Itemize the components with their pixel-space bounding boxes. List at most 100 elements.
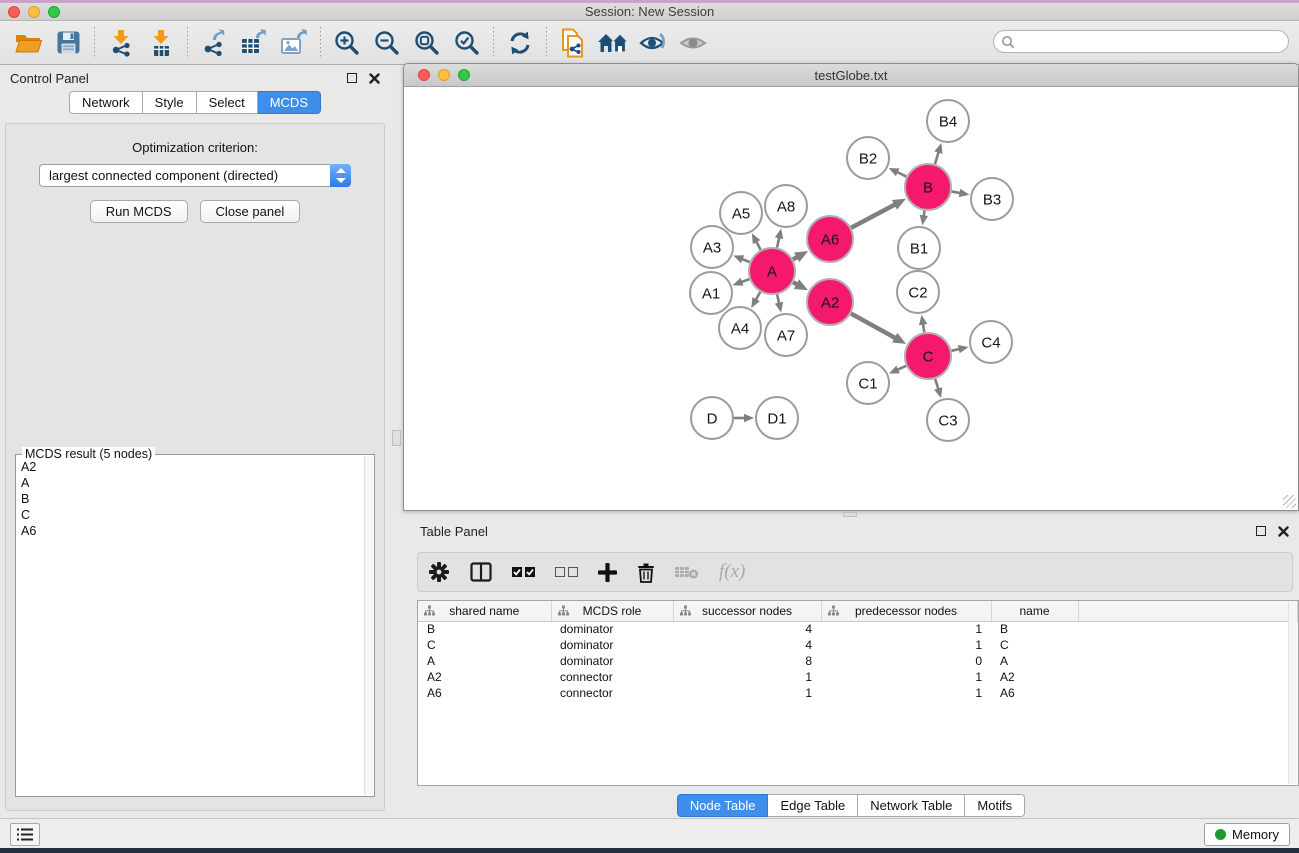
tab-node-table[interactable]: Node Table <box>677 794 769 817</box>
table-cell[interactable]: 1 <box>821 669 991 685</box>
table-settings-gear-icon[interactable] <box>428 557 450 587</box>
table-cell[interactable]: B <box>991 621 1078 637</box>
column-header-predecessor-nodes[interactable]: predecessor nodes <box>821 601 991 621</box>
minimize-window-light[interactable] <box>28 6 40 18</box>
network-graph[interactable]: AA1A2A3A4A5A6A7A8BB1B2B3B4CC1C2C3C4DD1 <box>405 88 1298 510</box>
table-cell[interactable]: connector <box>551 669 673 685</box>
table-cell[interactable]: 1 <box>821 621 991 637</box>
show-columns-icon[interactable] <box>470 557 492 587</box>
float-table-panel-icon[interactable] <box>1256 526 1266 536</box>
table-cell[interactable]: dominator <box>551 621 673 637</box>
tab-mcds[interactable]: MCDS <box>258 91 321 114</box>
table-cell[interactable]: 1 <box>821 637 991 653</box>
delete-column-trash-icon[interactable] <box>637 557 655 587</box>
mcds-result-item[interactable]: B <box>21 491 364 507</box>
export-table-icon[interactable] <box>234 24 274 62</box>
net-minimize-light[interactable] <box>438 69 450 81</box>
close-panel-icon[interactable] <box>369 73 380 84</box>
graph-edge-A6-B[interactable] <box>851 204 896 228</box>
export-network-icon[interactable] <box>194 24 234 62</box>
tab-select[interactable]: Select <box>197 91 258 114</box>
export-image-icon[interactable] <box>274 24 314 62</box>
close-table-panel-icon[interactable] <box>1278 526 1289 537</box>
window-resize-grip[interactable] <box>1283 495 1296 508</box>
mcds-result-item[interactable]: C <box>21 507 364 523</box>
net-zoom-light[interactable] <box>458 69 470 81</box>
hide-graphics-eye-icon[interactable] <box>673 24 713 62</box>
table-cell[interactable]: 1 <box>821 685 991 701</box>
mcds-scrollbar[interactable] <box>364 456 373 795</box>
refresh-icon[interactable] <box>500 24 540 62</box>
deselect-all-rows-icon[interactable] <box>555 557 578 587</box>
zoom-window-light[interactable] <box>48 6 60 18</box>
table-cell[interactable]: 1 <box>673 685 821 701</box>
mcds-result-item[interactable]: A <box>21 475 364 491</box>
tab-network[interactable]: Network <box>69 91 143 114</box>
table-cell[interactable]: A6 <box>418 685 551 701</box>
import-network-icon[interactable] <box>101 24 141 62</box>
table-cell[interactable]: dominator <box>551 637 673 653</box>
table-cell[interactable]: B <box>418 621 551 637</box>
show-style-eye-icon[interactable] <box>633 24 673 62</box>
tab-edge-table[interactable]: Edge Table <box>768 794 858 817</box>
open-session-icon[interactable] <box>8 24 48 62</box>
table-cell[interactable]: C <box>418 637 551 653</box>
search-box[interactable] <box>993 30 1289 53</box>
import-table-icon[interactable] <box>141 24 181 62</box>
column-header-name[interactable]: name <box>991 601 1078 621</box>
table-row[interactable]: Cdominator41C <box>418 637 1298 653</box>
table-scrollbar[interactable] <box>1288 602 1297 784</box>
table-cell[interactable]: A2 <box>418 669 551 685</box>
mcds-result-item[interactable]: A6 <box>21 523 364 539</box>
table-row[interactable]: A2connector11A2 <box>418 669 1298 685</box>
net-close-light[interactable] <box>418 69 430 81</box>
zoom-fit-icon[interactable] <box>407 24 447 62</box>
run-mcds-button[interactable]: Run MCDS <box>90 200 188 223</box>
node-table[interactable]: shared nameMCDS rolesuccessor nodesprede… <box>417 600 1299 786</box>
table-cell[interactable]: connector <box>551 685 673 701</box>
close-window-light[interactable] <box>8 6 20 18</box>
column-header-shared-name[interactable]: shared name <box>418 601 551 621</box>
table-cell[interactable]: A6 <box>991 685 1078 701</box>
column-header-MCDS-role[interactable]: MCDS role <box>551 601 673 621</box>
table-row[interactable]: Adominator80A <box>418 653 1298 669</box>
table-cell[interactable]: dominator <box>551 653 673 669</box>
network-window-titlebar[interactable]: testGlobe.txt <box>404 64 1298 87</box>
table-cell[interactable]: 0 <box>821 653 991 669</box>
table-cell[interactable]: 1 <box>673 669 821 685</box>
zoom-out-icon[interactable] <box>367 24 407 62</box>
float-panel-icon[interactable] <box>347 73 357 83</box>
table-cell[interactable]: 4 <box>673 621 821 637</box>
home-networks-icon[interactable] <box>593 24 633 62</box>
splitpane-grip-horizontal[interactable] <box>843 512 857 517</box>
graph-edge-A2-C[interactable] <box>851 314 896 339</box>
zoom-in-icon[interactable] <box>327 24 367 62</box>
zoom-selected-icon[interactable] <box>447 24 487 62</box>
task-history-button[interactable] <box>10 823 40 846</box>
add-column-icon[interactable] <box>598 557 617 587</box>
table-row[interactable]: Bdominator41B <box>418 621 1298 637</box>
table-row[interactable]: A6connector11A6 <box>418 685 1298 701</box>
table-cell[interactable]: 8 <box>673 653 821 669</box>
table-cell[interactable]: A2 <box>991 669 1078 685</box>
close-panel-button[interactable]: Close panel <box>200 200 301 223</box>
column-header-successor-nodes[interactable]: successor nodes <box>673 601 821 621</box>
criterion-dropdown[interactable]: largest connected component (directed) <box>39 164 351 187</box>
table-cell[interactable]: C <box>991 637 1078 653</box>
graph-edge-B-B4[interactable] <box>935 151 939 164</box>
memory-button[interactable]: Memory <box>1204 823 1290 846</box>
select-all-rows-icon[interactable] <box>512 557 535 587</box>
mcds-result-item[interactable]: A2 <box>21 459 364 475</box>
clone-network-icon[interactable] <box>553 24 593 62</box>
table-cell[interactable]: 4 <box>673 637 821 653</box>
save-session-icon[interactable] <box>48 24 88 62</box>
network-canvas[interactable]: AA1A2A3A4A5A6A7A8BB1B2B3B4CC1C2C3C4DD1 <box>405 88 1298 510</box>
mcds-result-list[interactable]: A2ABCA6 <box>17 459 364 795</box>
search-input[interactable] <box>1015 31 1288 52</box>
tab-motifs[interactable]: Motifs <box>965 794 1025 817</box>
table-cell[interactable]: A <box>418 653 551 669</box>
splitpane-grip-vertical[interactable] <box>392 430 401 446</box>
tab-style[interactable]: Style <box>143 91 197 114</box>
table-cell[interactable]: A <box>991 653 1078 669</box>
tab-network-table[interactable]: Network Table <box>858 794 965 817</box>
